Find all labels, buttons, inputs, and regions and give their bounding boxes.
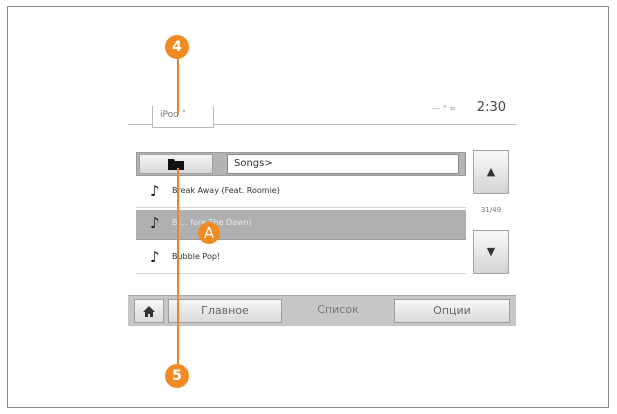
music-note-icon: ♪	[150, 182, 160, 200]
main-button[interactable]: Главное	[168, 299, 282, 323]
folder-button[interactable]	[139, 154, 213, 174]
source-label: iPod ˅	[160, 110, 187, 120]
song-title: Break Away (Feat. Roomie)	[172, 186, 280, 195]
source-selector[interactable]: iPod ˅	[152, 106, 214, 128]
callout-a: A	[198, 222, 220, 244]
page-indicator: 31/49	[480, 206, 502, 214]
folder-icon	[168, 159, 184, 170]
triangle-down-icon: ▼	[486, 245, 496, 258]
callout-4: 4	[165, 35, 189, 59]
callout-4-line	[177, 57, 179, 115]
browser-header: Songs>	[136, 152, 466, 176]
scroll-up-button[interactable]: ▲	[473, 150, 509, 194]
list-item[interactable]: ♪ Bl… fore The Dawn)	[136, 210, 466, 240]
media-screen: iPod ˅ –– ° ≈ 2:30 Songs> ♪ Break Away (…	[128, 100, 516, 332]
home-icon	[143, 306, 155, 317]
list-item[interactable]: ♪ Bubble Pop!	[136, 244, 466, 274]
list-item[interactable]: ♪ Break Away (Feat. Roomie)	[136, 178, 466, 208]
callout-5: 5	[165, 364, 189, 388]
song-title: Bubble Pop!	[172, 252, 221, 261]
path-field: Songs>	[227, 154, 459, 174]
home-button[interactable]	[134, 299, 164, 323]
bottom-nav: Главное Список Опции	[128, 295, 516, 326]
triangle-up-icon: ▲	[486, 165, 496, 178]
scroll-down-button[interactable]: ▼	[473, 230, 509, 274]
music-note-icon: ♪	[150, 214, 160, 232]
signal-status: –– ° ≈	[432, 104, 456, 113]
callout-5-line	[177, 168, 179, 366]
music-note-icon: ♪	[150, 248, 160, 266]
list-tab[interactable]: Список	[286, 299, 390, 323]
clock: 2:30	[476, 100, 506, 115]
options-button[interactable]: Опции	[394, 299, 510, 323]
